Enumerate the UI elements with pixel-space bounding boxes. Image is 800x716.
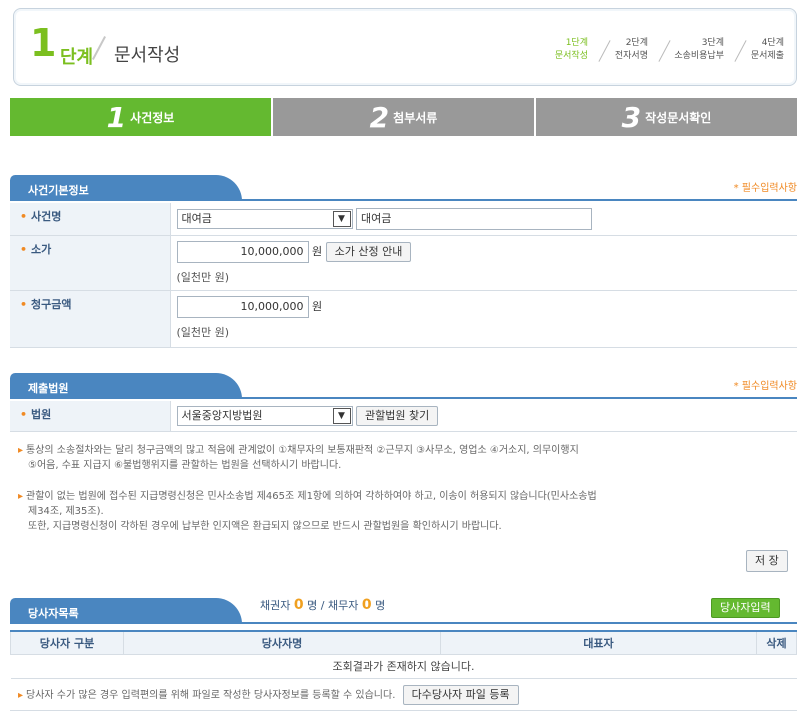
bulk-note: ▸ 당사자 수가 많은 경우 입력편의를 위해 파일로 작성한 당사자정보를 등록…	[18, 685, 788, 705]
court-select[interactable]: 서울중앙지방법원 ▼	[176, 406, 353, 426]
section-title: 당사자목록	[10, 598, 242, 624]
column-header: 대표자	[440, 630, 757, 655]
party-table: 당사자 구분 당사자명 대표자 삭제 조회결과가 존재하지 않습니다.	[10, 630, 797, 679]
claim-amount-input[interactable]: 10,000,000	[176, 296, 309, 318]
party-counts: 채권자 0 명 / 채무자 0 명	[260, 597, 386, 613]
divider	[92, 36, 106, 60]
debtor-count: 0	[361, 597, 372, 613]
tab-review[interactable]: 3 작성문서확인	[536, 98, 797, 136]
value-label: • 소가	[10, 235, 171, 291]
chevron-down-icon: ▼	[332, 211, 351, 227]
section-court-header: 제출법원 * 필수입력사항	[10, 373, 797, 399]
case-name-label: • 사건명	[10, 203, 171, 236]
step-1: 1단계 문서작성	[554, 38, 588, 61]
stage-title: 문서작성	[114, 45, 181, 66]
tab-attachments[interactable]: 2 첨부서류	[273, 98, 536, 136]
chevron-down-icon: ▼	[332, 408, 351, 424]
tab-case-info[interactable]: 1 사건정보	[10, 98, 273, 136]
find-court-button[interactable]: 관할법원 찾기	[356, 406, 439, 426]
stage-unit: 단계	[60, 47, 94, 68]
step-3: 3단계 소송비용납부	[650, 37, 726, 63]
bulk-upload-button[interactable]: 다수당사자 파일 등록	[402, 685, 519, 705]
column-header: 당사자 구분	[10, 630, 124, 655]
step-2: 2단계 전자서명	[590, 37, 650, 63]
court-form: • 법원 서울중앙지방법원 ▼ 관할법원 찾기	[10, 401, 797, 432]
bottom-divider	[10, 710, 797, 711]
basic-form: • 사건명 대여금 ▼ 대여금 • 소가 10,000,000 원 소가 산정 안내 …	[10, 203, 797, 348]
section-title: 사건기본정보	[10, 175, 242, 201]
stage-number: 1	[30, 21, 57, 65]
required-note: * 필수입력사항	[733, 381, 797, 392]
save-button[interactable]: 저 장	[746, 550, 788, 572]
claim-label: • 청구금액	[10, 290, 171, 348]
column-header: 당사자명	[123, 630, 441, 655]
court-note-2: ▸ 관할이 없는 법원에 접수된 지급명령신청은 민사소송법 제465조 제1항에…	[18, 491, 597, 532]
unit-text: 원	[312, 300, 323, 313]
progress-tabs: 1 사건정보 2 첨부서류 3 작성문서확인	[10, 98, 797, 136]
value-amount-input[interactable]: 10,000,000	[176, 241, 309, 263]
empty-message: 조회결과가 존재하지 않습니다.	[10, 654, 797, 679]
court-label: • 법원	[10, 401, 171, 432]
case-type-select[interactable]: 대여금 ▼	[176, 209, 353, 229]
court-note-1: ▸ 통상의 소송절차와는 달리 청구금액의 많고 적음에 관계없이 ①채무자의 보…	[18, 445, 579, 471]
section-basic-header: 사건기본정보 * 필수입력사항	[10, 175, 797, 201]
creditor-count: 0	[293, 597, 304, 613]
value-words: (일천만 원)	[176, 271, 230, 284]
step-indicator: 1단계 문서작성 2단계 전자서명 3단계 소송비용납부 4단계 문서제출	[530, 37, 786, 63]
unit-text: 원	[312, 245, 323, 258]
add-party-button[interactable]: 당사자입력	[711, 598, 780, 618]
step-4: 4단계 문서제출	[726, 37, 786, 63]
stage-header: 1 단계 문서작성 1단계 문서작성 2단계 전자서명 3단계 소송비용납부 4단계 문…	[13, 8, 797, 86]
required-note: * 필수입력사항	[733, 183, 797, 194]
section-title: 제출법원	[10, 373, 242, 399]
column-header: 삭제	[756, 630, 797, 655]
section-parties-header: 당사자목록	[10, 598, 797, 624]
claim-words: (일천만 원)	[176, 326, 230, 339]
value-help-button[interactable]: 소가 산정 안내	[325, 242, 412, 262]
case-name-input[interactable]: 대여금	[356, 208, 592, 230]
